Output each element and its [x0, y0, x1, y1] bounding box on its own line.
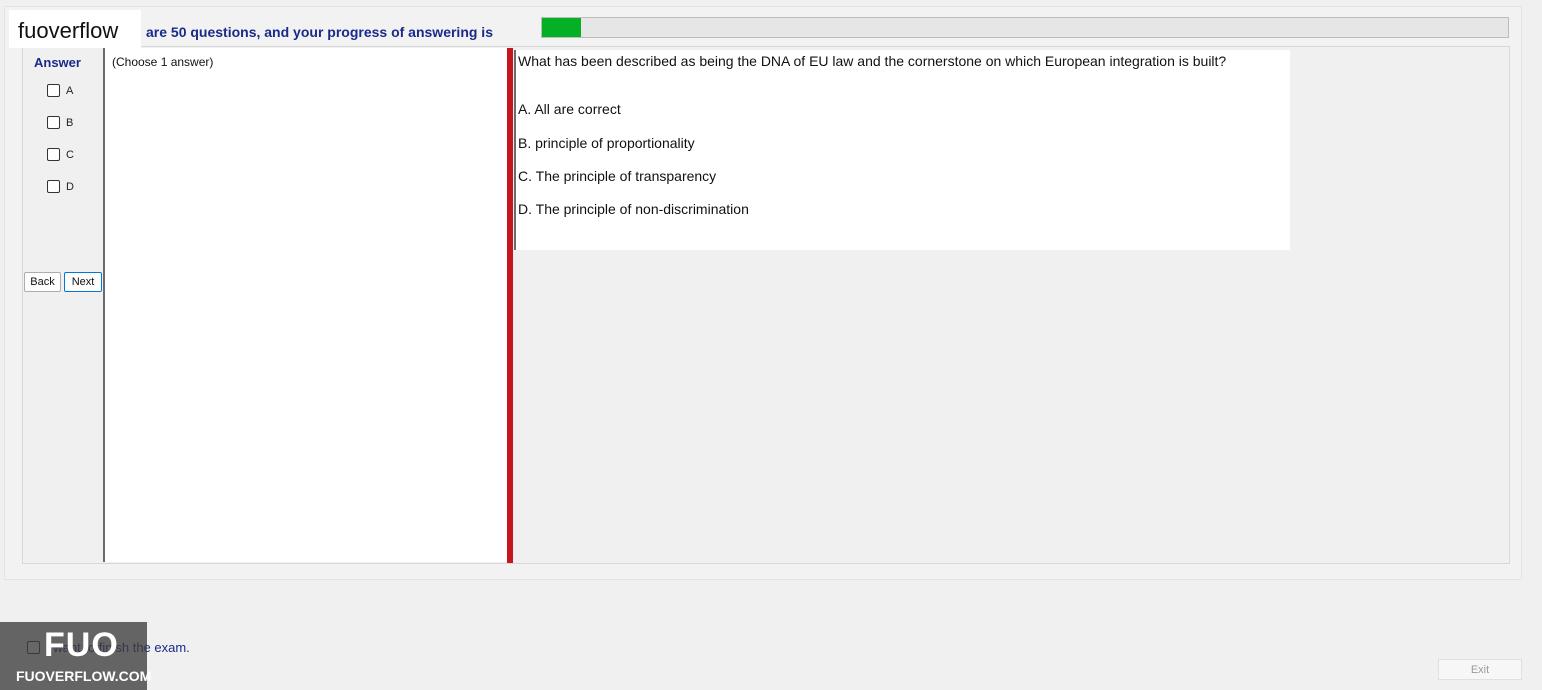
answer-option-a[interactable]: A	[47, 84, 73, 97]
fuoverflow-logo: fuoverflow	[9, 10, 141, 48]
answer-option-b-label: B	[66, 116, 74, 129]
question-text: What has been described as being the DNA…	[518, 53, 1227, 69]
answer-option-c[interactable]: C	[47, 148, 74, 161]
answer-option-b[interactable]: B	[47, 116, 73, 129]
progress-label: are 50 questions, and your progress of a…	[146, 24, 493, 40]
watermark-logo-small: FUOVERFLOW.COM	[16, 668, 152, 684]
question-option-b: B. principle of proportionality	[518, 135, 695, 151]
choose-instruction: (Choose 1 answer)	[112, 55, 214, 69]
watermark-logo-big: FUO	[44, 626, 119, 664]
checkbox-c[interactable]	[47, 148, 60, 161]
back-button[interactable]: Back	[24, 272, 61, 292]
exit-button[interactable]: Exit	[1438, 659, 1522, 680]
progress-bar	[541, 17, 1509, 38]
checkbox-d[interactable]	[47, 180, 60, 193]
next-button[interactable]: Next	[64, 272, 102, 292]
question-panel: What has been described as being the DNA…	[514, 50, 1290, 250]
answer-option-d-label: D	[66, 180, 74, 193]
answer-option-a-label: A	[66, 84, 74, 97]
checkbox-a[interactable]	[47, 84, 60, 97]
note-panel: (Choose 1 answer)	[103, 48, 507, 562]
question-option-c: C. The principle of transparency	[518, 168, 717, 184]
question-option-a: A. All are correct	[518, 101, 621, 117]
answer-title: Answer	[34, 55, 81, 70]
progress-bar-fill	[542, 18, 581, 37]
answer-option-c-label: C	[66, 148, 74, 161]
question-option-d: D. The principle of non-discrimination	[518, 201, 749, 217]
checkbox-b[interactable]	[47, 116, 60, 129]
watermark-logo: FUO FUOVERFLOW.COM	[0, 622, 151, 690]
panel-divider[interactable]	[507, 48, 513, 563]
answer-option-d[interactable]: D	[47, 180, 74, 193]
